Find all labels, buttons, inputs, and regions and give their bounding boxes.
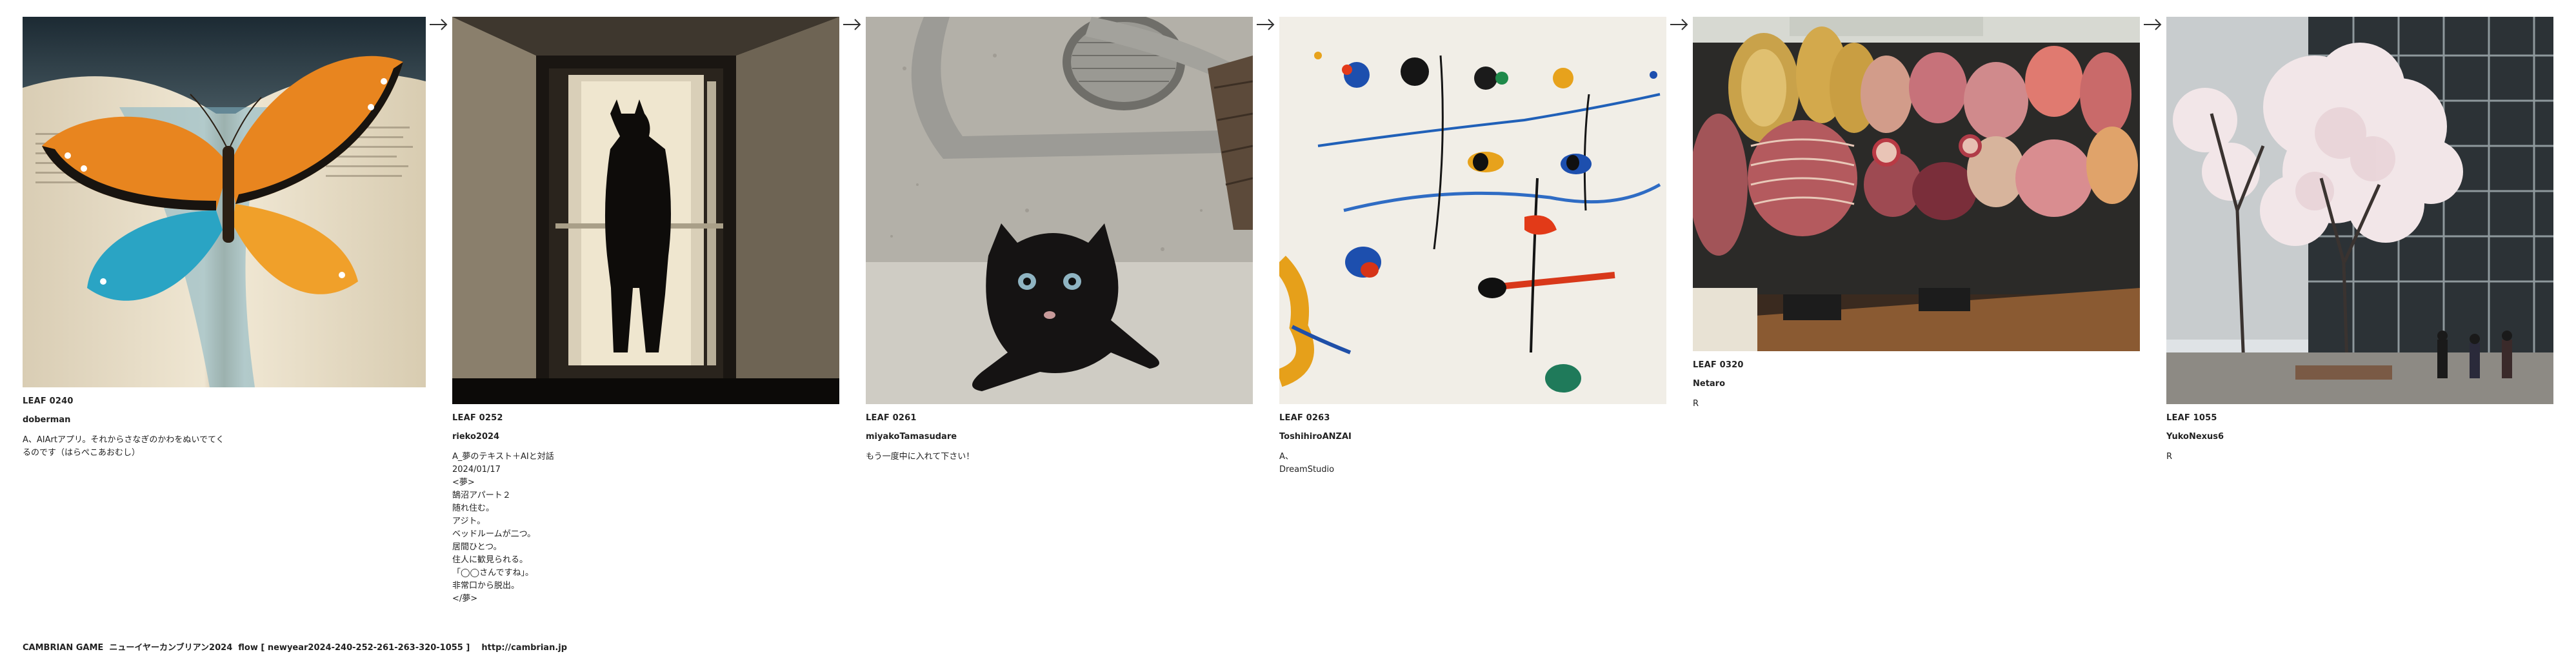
leaf-username[interactable]: miyakoTamasudare <box>866 432 1253 442</box>
black-kitten-image[interactable] <box>866 17 1253 404</box>
leaf-caption: A、AIArtアプリ。それからさなぎのかわをぬいでてく るのです（はらぺこあおむ… <box>23 435 225 458</box>
leaf-id-label: LEAF 1055 <box>2166 413 2217 423</box>
leaf-username[interactable]: rieko2024 <box>452 432 839 442</box>
right-arrow-icon <box>2142 17 2163 32</box>
leaf-id-label: LEAF 0261 <box>866 413 917 423</box>
leaf-caption: A、 DreamStudio <box>1279 452 1335 474</box>
right-arrow-icon <box>1255 17 1276 32</box>
leaf-id-label: LEAF 0252 <box>452 413 503 423</box>
leaf-card-0261[interactable]: LEAF 0261 miyakoTamasudare もう一度中に入れて下さい！ <box>866 17 1253 464</box>
leaf-username[interactable]: doberman <box>23 415 426 425</box>
right-arrow-icon <box>428 17 449 32</box>
leaf-card-0252[interactable]: LEAF 0252 rieko2024 A_夢のテキスト＋AIと対話 2024/… <box>452 17 839 606</box>
cherry-blossom-street-image[interactable] <box>2166 17 2553 404</box>
abstract-paint-image[interactable] <box>1279 17 1666 404</box>
silhouette-figure-image[interactable] <box>452 17 839 404</box>
leaf-card-1055[interactable]: LEAF 1055 YukoNexus6 R <box>2166 17 2553 464</box>
leaf-id-label: LEAF 0263 <box>1279 413 1330 423</box>
leaf-card-0263[interactable]: LEAF 0263 ToshihiroANZAI A、 DreamStudio <box>1279 17 1666 476</box>
footer-flow-info[interactable]: CAMBRIAN GAME ニューイヤーカンブリアン2024 flow [ ne… <box>23 640 567 653</box>
butterfly-image[interactable] <box>23 17 426 387</box>
leaf-card-0240[interactable]: LEAF 0240 doberman A、AIArtアプリ。それからさなぎのかわ… <box>23 17 426 460</box>
leaf-username[interactable]: ToshihiroANZAI <box>1279 432 1666 442</box>
leaf-caption: R <box>2166 452 2173 462</box>
leaf-caption: R <box>1693 399 1699 409</box>
leaf-id-label: LEAF 0240 <box>23 396 74 406</box>
leaf-card-0320[interactable]: LEAF 0320 Netaro R <box>1693 17 2140 411</box>
leaf-id-label: LEAF 0320 <box>1693 360 1744 370</box>
right-arrow-icon <box>842 17 863 32</box>
leaf-caption: もう一度中に入れて下さい！ <box>866 452 975 462</box>
leaf-caption: A_夢のテキスト＋AIと対話 2024/01/17 <夢> 鵠沼アパート２ 随れ… <box>452 452 554 604</box>
leaf-username[interactable]: Netaro <box>1693 379 2140 389</box>
cured-meats-image[interactable] <box>1693 17 2140 351</box>
right-arrow-icon <box>1669 17 1690 32</box>
leaf-username[interactable]: YukoNexus6 <box>2166 432 2553 442</box>
